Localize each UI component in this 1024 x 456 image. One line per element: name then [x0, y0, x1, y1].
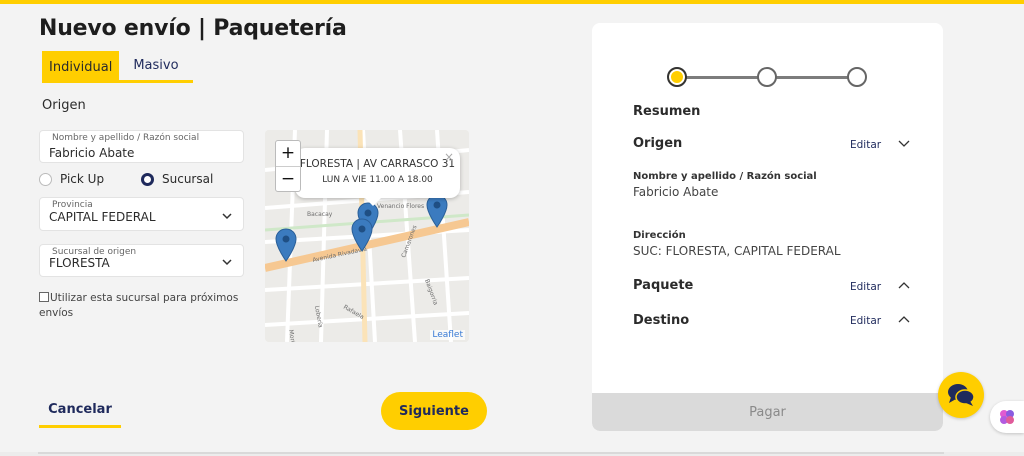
- summary-address-value: SUC: FLORESTA, CAPITAL FEDERAL: [633, 244, 841, 258]
- step-1: [667, 67, 687, 87]
- edit-package-link[interactable]: Editar: [850, 281, 881, 293]
- chevron-down-icon[interactable]: [898, 140, 910, 148]
- step-3: [847, 67, 867, 87]
- province-select[interactable]: Provincia CAPITAL FEDERAL: [39, 197, 244, 231]
- remember-branch-option: Utilizar esta sucursal para próximos env…: [39, 291, 239, 321]
- progress-stepper: [667, 67, 867, 87]
- page-title: Nuevo envío | Paquetería: [39, 16, 347, 41]
- radio-pick-up-control[interactable]: [39, 172, 52, 186]
- pay-button[interactable]: Pagar: [592, 393, 943, 431]
- name-field-label: Nombre y apellido / Razón social: [52, 133, 200, 143]
- next-button[interactable]: Siguiente: [381, 392, 487, 430]
- zoom-out-button[interactable]: −: [276, 166, 300, 191]
- map-zoom-control: + −: [275, 140, 301, 192]
- cancel-button[interactable]: Cancelar: [39, 394, 121, 428]
- branch-map[interactable]: Bacacay Avenida Rivadavia Venancio Flore…: [265, 130, 469, 342]
- summary-address-label: Dirección: [633, 230, 686, 241]
- summary-package-title: Paquete: [633, 278, 694, 293]
- origin-section-label: Origen: [42, 98, 86, 113]
- branch-select-value: FLORESTA: [49, 256, 110, 270]
- radio-pick-up-label: Pick Up: [60, 172, 105, 186]
- page-bottom-divider: [38, 452, 944, 454]
- summary-name-value: Fabricio Abate: [633, 185, 719, 199]
- chevron-down-icon: [222, 213, 232, 220]
- radio-sucursal-control[interactable]: [141, 172, 154, 186]
- map-attribution-link[interactable]: Leaflet: [430, 330, 465, 340]
- map-marker-icon[interactable]: [426, 194, 448, 228]
- chevron-up-icon[interactable]: [898, 315, 910, 323]
- chat-button[interactable]: [938, 372, 984, 418]
- province-select-value: CAPITAL FEDERAL: [49, 210, 156, 224]
- street-label: Venancio Flores: [377, 203, 424, 210]
- street-label: Bacacay: [307, 211, 333, 218]
- summary-destination-title: Destino: [633, 313, 690, 328]
- brain-icon: [1000, 410, 1014, 424]
- close-icon[interactable]: ×: [444, 150, 454, 164]
- branch-popup: FLORESTA | AV CARRASCO 31 LUN A VIE 11.0…: [295, 148, 460, 206]
- remember-branch-label: Utilizar esta sucursal para próximos env…: [39, 292, 239, 319]
- stepper-line: [685, 76, 767, 79]
- assistant-extension-button[interactable]: [990, 401, 1024, 433]
- summary-name-label: Nombre y apellido / Razón social: [633, 171, 817, 182]
- tab-individual[interactable]: Individual: [42, 51, 120, 83]
- radio-sucursal[interactable]: Sucursal: [141, 172, 213, 186]
- radio-sucursal-label: Sucursal: [162, 172, 214, 186]
- name-field[interactable]: Nombre y apellido / Razón social Fabrici…: [39, 130, 244, 163]
- popup-tip: [365, 198, 381, 206]
- summary-heading: Resumen: [633, 104, 701, 119]
- radio-pick-up[interactable]: Pick Up: [39, 172, 104, 186]
- branch-select[interactable]: Sucursal de origen FLORESTA: [39, 244, 244, 277]
- shipment-mode-tabs: Individual Masivo: [42, 51, 193, 83]
- zoom-in-button[interactable]: +: [276, 141, 300, 166]
- popup-title: FLORESTA | AV CARRASCO 31: [299, 158, 456, 170]
- remember-branch-checkbox[interactable]: [39, 292, 49, 302]
- step-2: [757, 67, 777, 87]
- edit-origin-link[interactable]: Editar: [850, 139, 881, 151]
- summary-origin-title: Origen: [633, 136, 683, 151]
- chevron-up-icon[interactable]: [898, 281, 910, 289]
- popup-hours: LUN A VIE 11.00 A 18.00: [322, 175, 433, 185]
- chat-icon: [948, 384, 975, 406]
- stepper-line: [775, 76, 857, 79]
- tab-masivo[interactable]: Masivo: [119, 51, 193, 83]
- chevron-down-icon: [222, 259, 232, 266]
- edit-destination-link[interactable]: Editar: [850, 315, 881, 327]
- province-select-label: Provincia: [52, 200, 93, 210]
- map-marker-icon[interactable]: [351, 218, 373, 252]
- name-field-value[interactable]: Fabricio Abate: [49, 146, 134, 160]
- summary-panel: Resumen Origen Editar Nombre y apellido …: [592, 23, 943, 431]
- map-marker-icon[interactable]: [275, 228, 297, 262]
